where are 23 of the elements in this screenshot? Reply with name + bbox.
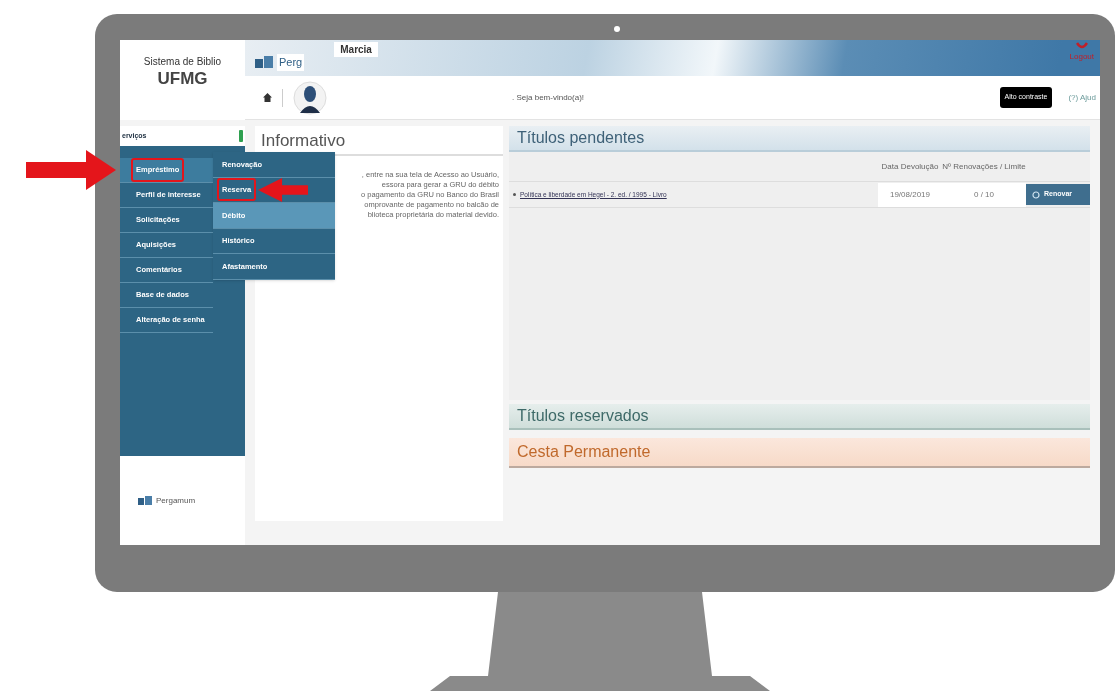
column-header: Data Devolução (880, 162, 940, 171)
pending-title: Títulos pendentes (517, 128, 645, 148)
informativo-title: Informativo (255, 126, 503, 156)
books-logo-icon (255, 56, 273, 69)
system-name: Sistema de Biblio (143, 55, 222, 69)
home-icon[interactable] (263, 93, 272, 102)
logout-icon (1075, 42, 1088, 51)
help-link[interactable]: (?) Ajud (1068, 91, 1096, 104)
footer-logo-text: Pergamum (156, 494, 196, 507)
basket-title: Cesta Permanente (517, 442, 651, 462)
logo-text: Perg (277, 54, 305, 71)
avatar-silhouette-icon (293, 80, 327, 115)
welcome-text: . Seja bem-vindo(a)! (512, 91, 585, 104)
reserved-title: Títulos reservados (517, 406, 649, 426)
due-date-cell: 19/08/2019 (878, 182, 942, 207)
bullet-icon (513, 193, 516, 196)
institution-name: UFMG (157, 69, 208, 89)
renewals-cell: 0 / 10 (942, 182, 1026, 207)
books-logo-icon (138, 496, 152, 505)
column-header: Nº Renovações / Limite (942, 162, 1026, 171)
user-name: Marcia (334, 42, 378, 57)
pin-icon (239, 130, 243, 142)
refresh-icon (1032, 190, 1040, 199)
